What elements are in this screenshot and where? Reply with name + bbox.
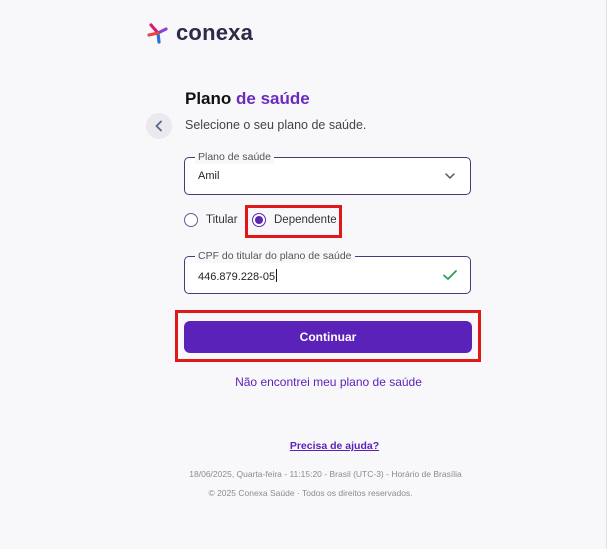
plan-select-label: Plano de saúde bbox=[195, 150, 274, 164]
conexa-logo-text: conexa bbox=[176, 20, 254, 45]
cpf-input-label: CPF do titular do plano de saúde bbox=[195, 249, 355, 263]
continue-button[interactable]: Continuar bbox=[184, 321, 472, 353]
page-subtitle: Selecione o seu plano de saúde. bbox=[185, 118, 367, 132]
back-button[interactable] bbox=[146, 113, 172, 139]
radio-titular-control[interactable] bbox=[184, 213, 198, 227]
check-icon bbox=[443, 270, 457, 280]
chevron-down-icon[interactable] bbox=[444, 171, 456, 181]
footer-datetime: 18/06/2025, Quarta-feira - 11:15:20 - Br… bbox=[189, 469, 462, 479]
page-title-accent: de saúde bbox=[236, 89, 310, 108]
radio-titular[interactable]: Titular bbox=[184, 213, 238, 227]
conexa-logo-icon bbox=[147, 23, 168, 44]
text-caret bbox=[276, 269, 278, 282]
radio-titular-label: Titular bbox=[206, 214, 238, 226]
footer-copyright: © 2025 Conexa Saúde · Todos os direitos … bbox=[208, 488, 413, 498]
plan-select[interactable]: Plano de saúde Amil bbox=[184, 150, 471, 195]
cpf-input[interactable]: CPF do titular do plano de saúde 446.879… bbox=[184, 249, 471, 294]
conexa-logo: conexa bbox=[146, 21, 253, 45]
plan-select-value: Amil bbox=[198, 170, 220, 182]
page-title-main: Plano bbox=[185, 89, 237, 108]
plan-not-found-link[interactable]: Não encontrei meu plano de saúde bbox=[0, 375, 607, 389]
cpf-input-value: 446.879.228-05 bbox=[198, 269, 278, 283]
highlight-dependente bbox=[245, 205, 342, 238]
help-link[interactable]: Precisa de ajuda? bbox=[0, 440, 607, 452]
page-title: Plano de saúde bbox=[185, 89, 310, 109]
cpf-value-text: 446.879.228-05 bbox=[198, 271, 276, 283]
chevron-left-icon bbox=[155, 120, 162, 132]
